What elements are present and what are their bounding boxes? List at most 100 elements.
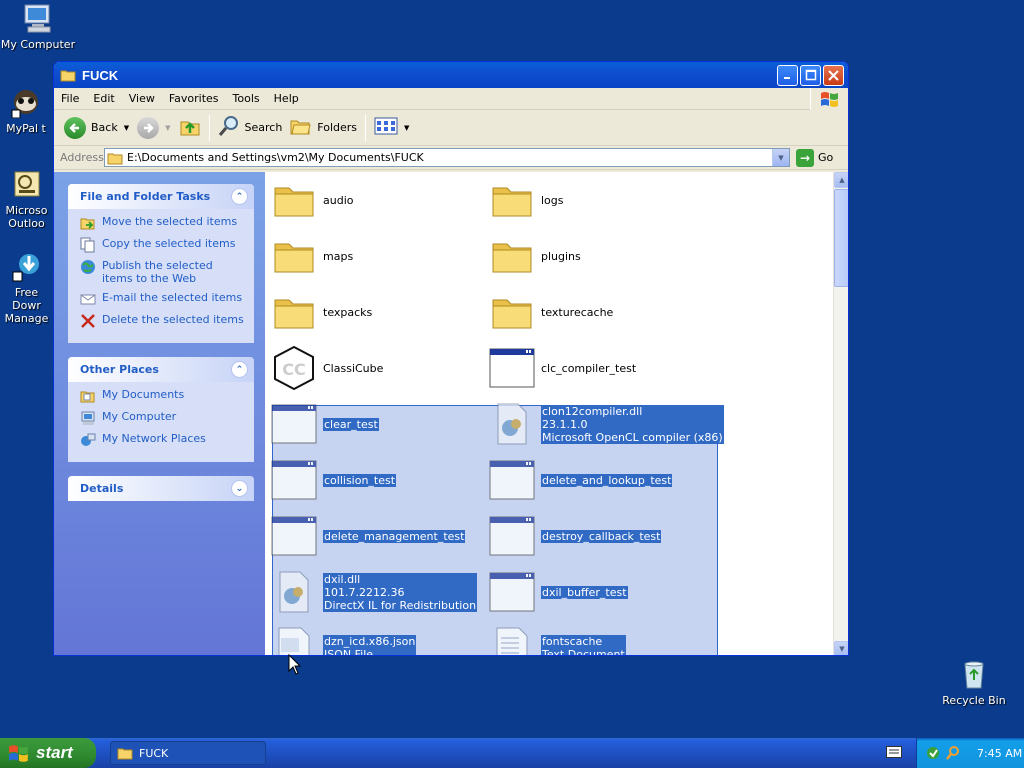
folders-button[interactable]: Folders	[286, 113, 361, 143]
file-item[interactable]: clon12compiler.dll 23.1.1.0 Microsoft Open…	[489, 401, 724, 447]
file-item[interactable]: texpacks	[271, 289, 372, 335]
text-document-icon	[489, 625, 535, 655]
mouse-cursor-icon	[288, 654, 302, 675]
network-tray-icon[interactable]	[925, 745, 941, 761]
task-copy[interactable]: Copy the selected items	[80, 237, 246, 253]
details-header[interactable]: Details ⌄	[68, 476, 254, 501]
desktop-icon-my-computer[interactable]: My Computer	[0, 2, 76, 51]
views-button[interactable]: ▼	[370, 113, 413, 143]
file-name: dxil_buffer_test	[541, 585, 628, 599]
file-item[interactable]: delete_management_test	[271, 513, 466, 559]
task-delete[interactable]: Delete the selected items	[80, 313, 246, 329]
chevron-down-icon[interactable]: ▼	[124, 124, 129, 132]
taskbar-window-button[interactable]: FUCK	[110, 741, 266, 765]
address-path: E:\Documents and Settings\vm2\My Documen…	[127, 151, 424, 164]
maximize-button[interactable]	[800, 64, 821, 86]
folder-icon	[489, 177, 535, 223]
file-name-line: destroy_callback_test	[542, 529, 661, 543]
file-item[interactable]: audio	[271, 177, 353, 223]
chevron-down-icon[interactable]: ▼	[165, 124, 170, 132]
desktop-icon-outlook[interactable]: Microso Outloo	[0, 168, 53, 230]
collapse-chevron-icon[interactable]: ⌃	[231, 188, 248, 205]
expand-chevron-icon[interactable]: ⌄	[231, 480, 248, 497]
start-button[interactable]: start	[0, 738, 96, 768]
forward-button[interactable]: ▼	[133, 113, 174, 143]
address-input[interactable]: E:\Documents and Settings\vm2\My Documen…	[104, 148, 790, 167]
search-label: Search	[244, 121, 283, 134]
title-bar[interactable]: FUCK	[54, 62, 848, 88]
scroll-down-button[interactable]: ▼	[834, 641, 848, 655]
file-item[interactable]: maps	[271, 233, 353, 279]
file-item[interactable]: CC ClassiCube	[271, 345, 383, 391]
system-tray: 7:45 AM	[916, 738, 1024, 768]
desktop-icon-mypal[interactable]: MyPal t	[0, 86, 52, 135]
desktop-icon-recycle-bin[interactable]: Recycle Bin	[936, 658, 1012, 707]
file-item[interactable]: destroy_callback_test	[489, 513, 662, 559]
file-item[interactable]: collision_test	[271, 457, 397, 503]
menu-favorites[interactable]: Favorites	[162, 92, 226, 105]
file-item[interactable]: clear_test	[271, 401, 379, 447]
windows-logo-icon	[810, 88, 848, 110]
menu-tools[interactable]: Tools	[226, 92, 267, 105]
file-item[interactable]: delete_and_lookup_test	[489, 457, 673, 503]
minimize-icon	[783, 77, 790, 79]
task-move[interactable]: Move the selected items	[80, 215, 246, 231]
go-label: Go	[818, 151, 834, 164]
task-email[interactable]: E-mail the selected items	[80, 291, 246, 307]
back-button[interactable]: Back ▼	[60, 113, 133, 143]
desktop-icon-label: Microso Outloo	[5, 204, 48, 230]
application-window-icon	[489, 345, 535, 391]
address-dropdown-button[interactable]: ▼	[772, 149, 789, 166]
file-item[interactable]: fontscache Text Document	[489, 625, 626, 656]
file-name: dzn_icd.x86.json JSON File	[323, 635, 417, 655]
file-name: delete_management_test	[323, 529, 466, 543]
scroll-thumb[interactable]	[834, 189, 848, 287]
keyboard-icon[interactable]	[886, 746, 902, 758]
folder-icon	[271, 177, 317, 223]
file-detail-line: Text Document	[542, 648, 625, 656]
file-item[interactable]: texturecache	[489, 289, 613, 335]
clock[interactable]: 7:45 AM	[977, 747, 1022, 760]
file-name-line: dxil.dll	[324, 572, 361, 586]
menu-file[interactable]: File	[54, 92, 86, 105]
place-my-documents[interactable]: My Documents	[80, 388, 246, 404]
file-item[interactable]: clc_compiler_test	[489, 345, 636, 391]
file-item[interactable]: plugins	[489, 233, 581, 279]
vertical-scrollbar[interactable]: ▲ ▼	[833, 172, 848, 655]
file-view[interactable]: audio logs maps plugins texpacks texturecache…	[265, 172, 848, 656]
search-icon	[218, 115, 240, 140]
application-window-icon	[271, 513, 317, 559]
desktop-icon-free-download-manager[interactable]: Free Dowr Manage	[0, 250, 53, 325]
scroll-up-button[interactable]: ▲	[834, 172, 848, 188]
place-my-network-places[interactable]: My Network Places	[80, 432, 246, 448]
file-item[interactable]: dxil_buffer_test	[489, 569, 628, 615]
collapse-chevron-icon[interactable]: ⌃	[231, 361, 248, 378]
file-folder-tasks-header[interactable]: File and Folder Tasks ⌃	[68, 184, 254, 209]
close-button[interactable]	[823, 64, 844, 86]
up-folder-button[interactable]	[175, 113, 205, 143]
task-label: Copy the selected items	[102, 237, 236, 250]
task-publish[interactable]: Publish the selected items to the Web	[80, 259, 246, 285]
file-item[interactable]: dxil.dll 101.7.2212.36 DirectX IL for Redi…	[271, 569, 478, 615]
search-button[interactable]: Search	[214, 113, 287, 143]
minimize-button[interactable]	[777, 64, 798, 86]
go-button[interactable]: → Go	[796, 148, 834, 167]
menu-bar: File Edit View Favorites Tools Help	[54, 88, 848, 110]
file-item[interactable]: logs	[489, 177, 564, 223]
folders-label: Folders	[317, 121, 358, 134]
back-label: Back	[91, 121, 118, 134]
search-tray-icon[interactable]	[945, 745, 961, 761]
file-item[interactable]: dzn_icd.x86.json JSON File	[271, 625, 417, 655]
menu-view[interactable]: View	[122, 92, 162, 105]
file-name: ClassiCube	[323, 362, 383, 375]
menu-help[interactable]: Help	[267, 92, 306, 105]
application-window-icon	[489, 569, 535, 615]
file-name-line: texturecache	[541, 305, 614, 319]
place-my-computer[interactable]: My Computer	[80, 410, 246, 426]
file-name: delete_and_lookup_test	[541, 473, 673, 487]
my-documents-icon	[80, 391, 95, 403]
menu-edit[interactable]: Edit	[86, 92, 121, 105]
go-arrow-icon: →	[796, 148, 814, 167]
other-places-header[interactable]: Other Places ⌃	[68, 357, 254, 382]
json-file-icon	[271, 625, 317, 655]
